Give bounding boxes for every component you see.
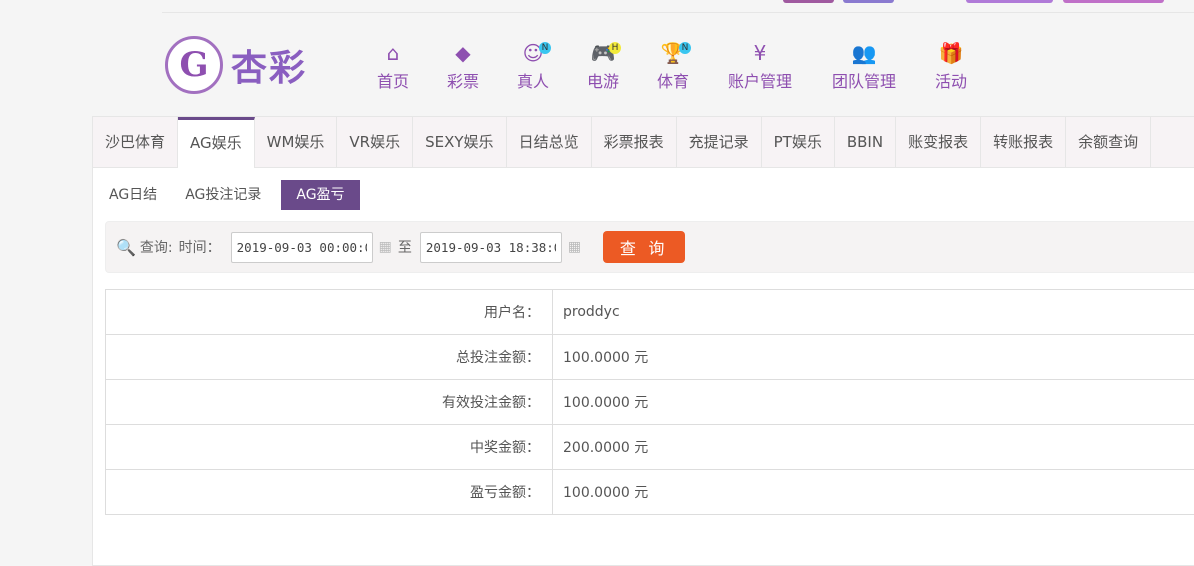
row-label: 总投注金额： bbox=[106, 335, 553, 380]
tab[interactable]: SEXY娱乐 bbox=[413, 117, 506, 167]
nav-label: 彩票 bbox=[447, 68, 479, 92]
table-row: 中奖金额：200.0000 元 bbox=[106, 425, 1194, 470]
calendar-icon[interactable]: ▦ bbox=[568, 239, 581, 255]
query-button[interactable]: 查 询 bbox=[603, 231, 685, 263]
query-label: 查询: bbox=[140, 237, 173, 257]
team-icon: 👥 bbox=[852, 40, 877, 66]
tab[interactable]: 账变报表 bbox=[896, 117, 981, 167]
top-button[interactable] bbox=[1063, 0, 1164, 3]
time-label: 时间： bbox=[179, 237, 221, 257]
tab[interactable]: 日结总览 bbox=[507, 117, 592, 167]
nav-label: 团队管理 bbox=[832, 68, 896, 92]
logo-mark: G bbox=[165, 36, 223, 94]
nav-label: 体育 bbox=[657, 68, 689, 92]
row-label: 有效投注金额： bbox=[106, 380, 553, 425]
nav-label: 账户管理 bbox=[728, 68, 792, 92]
table-row: 总投注金额：100.0000 元 bbox=[106, 335, 1194, 380]
to-label: 至 bbox=[398, 237, 412, 257]
tab[interactable]: 彩票报表 bbox=[592, 117, 677, 167]
start-time-input[interactable] bbox=[231, 232, 373, 263]
nav-item[interactable]: 👥团队管理 bbox=[832, 40, 896, 92]
sub-tab[interactable]: AG日结 bbox=[101, 180, 165, 210]
row-value: proddyc bbox=[553, 290, 1194, 335]
nav-item[interactable]: 🎮H电游 bbox=[587, 40, 619, 92]
calendar-icon[interactable]: ▦ bbox=[379, 239, 392, 255]
search-icon: 🔍 bbox=[116, 238, 136, 257]
nav-item[interactable]: ◆彩票 bbox=[447, 40, 479, 92]
top-button[interactable] bbox=[783, 0, 834, 3]
sub-tabs: AG日结 AG投注记录 AG盈亏 bbox=[101, 180, 1194, 210]
row-value: 200.0000 元 bbox=[553, 425, 1194, 470]
nav-label: 真人 bbox=[517, 68, 549, 92]
table-row: 用户名：proddyc bbox=[106, 290, 1194, 335]
nav-item[interactable]: ¥账户管理 bbox=[728, 40, 792, 92]
row-value: 100.0000 元 bbox=[553, 470, 1194, 515]
report-tabs: 沙巴体育AG娱乐WM娱乐VR娱乐SEXY娱乐日结总览彩票报表充提记录PT娱乐BB… bbox=[93, 117, 1194, 168]
row-value: 100.0000 元 bbox=[553, 335, 1194, 380]
report-panel: 沙巴体育AG娱乐WM娱乐VR娱乐SEXY娱乐日结总览彩票报表充提记录PT娱乐BB… bbox=[92, 116, 1194, 566]
home-icon: ⌂ bbox=[387, 40, 400, 66]
tab[interactable]: WM娱乐 bbox=[255, 117, 338, 167]
tab[interactable]: AG娱乐 bbox=[178, 117, 255, 168]
end-time-input[interactable] bbox=[420, 232, 562, 263]
nav-item[interactable]: 🏆N体育 bbox=[657, 40, 689, 92]
tab[interactable]: BBIN bbox=[835, 117, 896, 167]
badge: N bbox=[539, 42, 551, 54]
nav-item[interactable]: ⌂首页 bbox=[377, 40, 409, 92]
row-label: 用户名： bbox=[106, 290, 553, 335]
top-button[interactable] bbox=[843, 0, 894, 3]
row-value: 100.0000 元 bbox=[553, 380, 1194, 425]
nav-label: 电游 bbox=[587, 68, 619, 92]
nav-item[interactable]: ☺N真人 bbox=[517, 40, 549, 92]
sub-tab[interactable]: AG盈亏 bbox=[281, 180, 359, 210]
tab[interactable]: PT娱乐 bbox=[762, 117, 835, 167]
badge: H bbox=[609, 42, 621, 54]
tab[interactable]: 充提记录 bbox=[677, 117, 762, 167]
tab[interactable]: 沙巴体育 bbox=[93, 117, 178, 167]
tab[interactable]: VR娱乐 bbox=[337, 117, 413, 167]
gift-icon: 🎁 bbox=[939, 40, 964, 66]
tab[interactable]: 余额查询 bbox=[1066, 117, 1151, 167]
ticket-icon: ◆ bbox=[455, 40, 470, 66]
nav-item[interactable]: 🎁活动 bbox=[935, 40, 967, 92]
table-row: 有效投注金额：100.0000 元 bbox=[106, 380, 1194, 425]
tab[interactable]: 转账报表 bbox=[981, 117, 1066, 167]
query-bar: 🔍 查询: 时间： ▦ 至 ▦ 查 询 bbox=[105, 221, 1194, 273]
logo-text: 杏彩 bbox=[231, 39, 307, 91]
logo[interactable]: G 杏彩 bbox=[165, 36, 307, 94]
sub-tab[interactable]: AG投注记录 bbox=[177, 180, 269, 210]
nav-label: 首页 bbox=[377, 68, 409, 92]
header-divider bbox=[162, 12, 1194, 13]
table-row: 盈亏金额：100.0000 元 bbox=[106, 470, 1194, 515]
row-label: 中奖金额： bbox=[106, 425, 553, 470]
row-label: 盈亏金额： bbox=[106, 470, 553, 515]
yen-coin-icon: ¥ bbox=[754, 40, 767, 66]
badge: N bbox=[679, 42, 691, 54]
top-button[interactable] bbox=[966, 0, 1053, 3]
summary-table: 用户名：proddyc总投注金额：100.0000 元有效投注金额：100.00… bbox=[105, 289, 1194, 515]
nav-label: 活动 bbox=[935, 68, 967, 92]
